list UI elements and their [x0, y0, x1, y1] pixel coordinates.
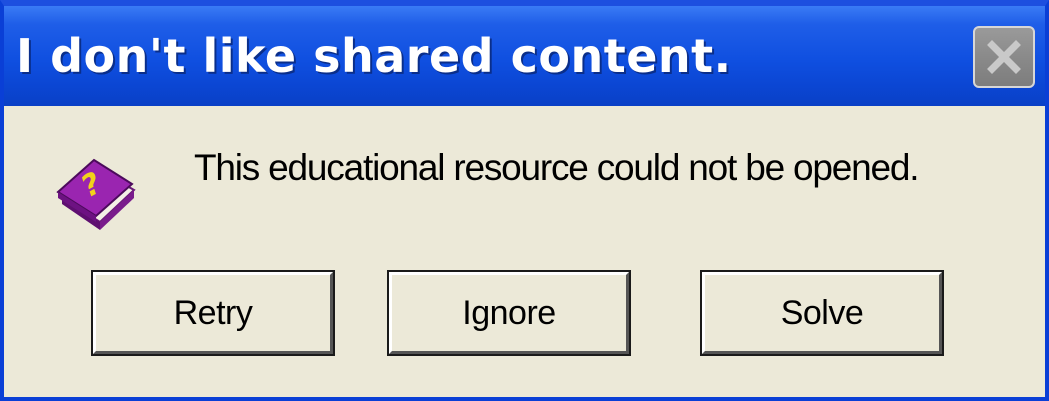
retry-button[interactable]: Retry	[91, 270, 335, 356]
solve-button[interactable]: Solve	[700, 270, 944, 356]
dialog-message: This educational resource could not be o…	[194, 147, 920, 188]
help-book-icon: ?	[56, 158, 136, 230]
dialog-body: ? This educational resource could not be…	[4, 106, 1045, 397]
title-bar: I don't like shared content.	[4, 6, 1045, 106]
dialog-window: I don't like shared content. ? This educ…	[0, 0, 1049, 401]
close-icon	[987, 40, 1021, 74]
dialog-title: I don't like shared content.	[16, 29, 732, 83]
ignore-button[interactable]: Ignore	[387, 270, 631, 356]
close-button[interactable]	[973, 26, 1035, 88]
